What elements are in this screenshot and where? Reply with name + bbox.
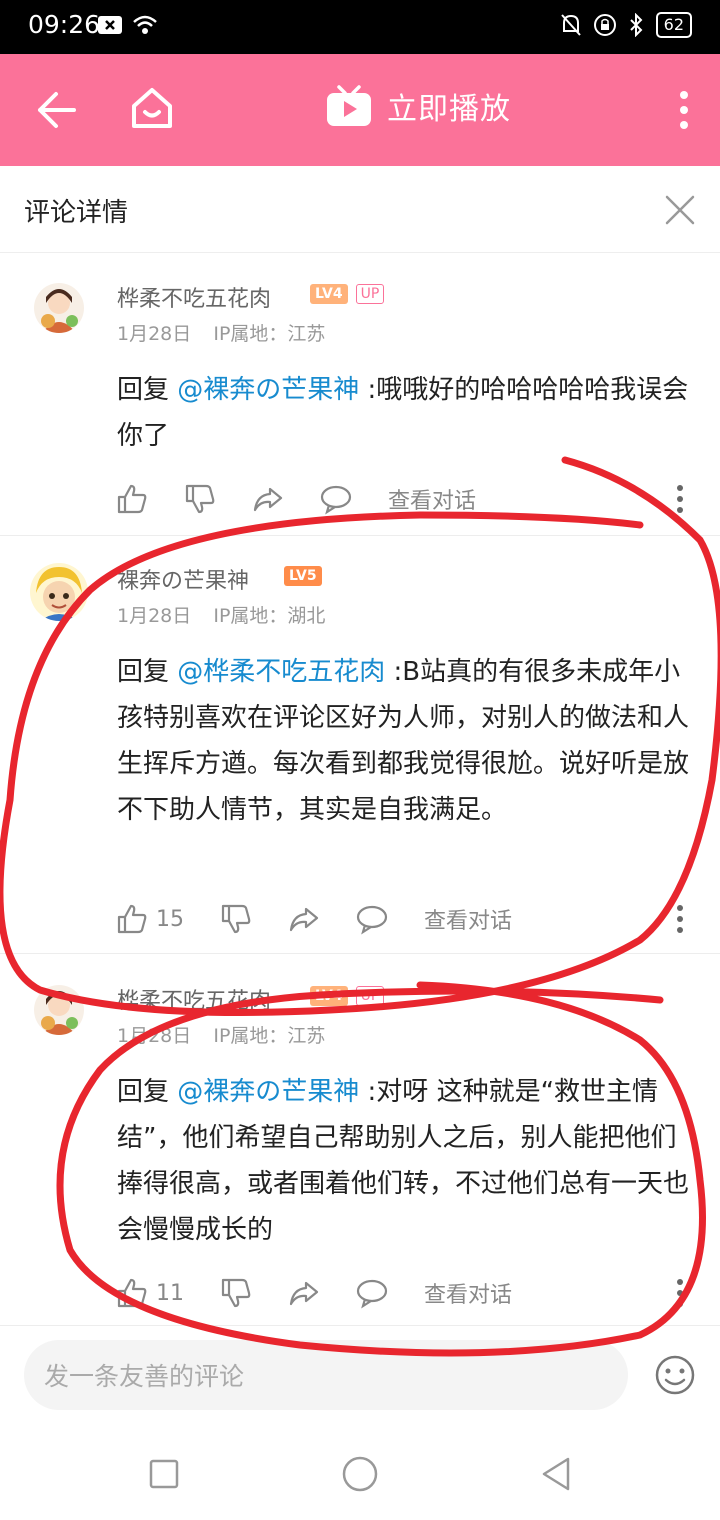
status-bar: 09:26 62 bbox=[0, 0, 720, 54]
status-time: 09:26 bbox=[28, 10, 101, 39]
system-nav-bar bbox=[0, 1428, 720, 1520]
mention-link[interactable]: @桦柔不吃五花肉 bbox=[177, 657, 385, 687]
more-options-icon[interactable] bbox=[676, 904, 684, 934]
page-title: 评论详情 bbox=[24, 198, 129, 228]
lock-icon bbox=[593, 14, 616, 36]
thumbs-down-icon bbox=[221, 1278, 251, 1308]
play-now-label: 立即播放 bbox=[387, 92, 511, 127]
comment-date: 1月28日 bbox=[117, 323, 192, 345]
view-conversation-link[interactable]: 查看对话 bbox=[424, 903, 512, 935]
tv-play-icon bbox=[327, 85, 371, 126]
up-badge: UP bbox=[355, 986, 385, 1006]
share-button[interactable] bbox=[288, 903, 356, 935]
comment-composer bbox=[0, 1328, 720, 1428]
share-button[interactable] bbox=[288, 1277, 356, 1309]
comment-item: 裸奔の芒果神 LV5 1月28日 IP属地：湖北 回复 @桦柔不吃五花肉 :B站… bbox=[0, 535, 720, 954]
avatar[interactable] bbox=[34, 985, 84, 1035]
avatar[interactable] bbox=[30, 563, 88, 621]
battery-icon: 62 bbox=[655, 12, 692, 38]
dislike-button[interactable] bbox=[220, 903, 288, 935]
more-options-icon[interactable] bbox=[676, 1278, 684, 1308]
dislike-button[interactable] bbox=[184, 483, 252, 515]
mention-link[interactable]: @裸奔の芒果神 bbox=[177, 375, 359, 405]
like-button[interactable] bbox=[116, 483, 184, 515]
back-arrow-icon[interactable] bbox=[34, 88, 78, 132]
thumbs-down-icon bbox=[185, 484, 215, 514]
close-icon[interactable] bbox=[664, 194, 696, 226]
comment-input[interactable] bbox=[42, 1340, 606, 1412]
like-count: 11 bbox=[156, 1280, 184, 1306]
like-count: 15 bbox=[156, 906, 184, 932]
ip-location: IP属地：江苏 bbox=[213, 323, 326, 345]
view-conversation-link[interactable]: 查看对话 bbox=[388, 483, 476, 515]
reply-prefix: 回复 bbox=[117, 375, 178, 405]
avatar[interactable] bbox=[34, 283, 84, 333]
thumbs-down-icon bbox=[221, 904, 251, 934]
emoji-icon[interactable] bbox=[654, 1354, 696, 1396]
comment-item: 桦柔不吃五花肉 LV4 UP 1月28日 IP属地：江苏 回复 @裸奔の芒果神 … bbox=[0, 253, 720, 536]
comment-text: 回复 @裸奔の芒果神 :对呀 这种就是“救世主情结”，他们希望自己帮助别人之后，… bbox=[117, 1069, 697, 1253]
level-badge: LV4 bbox=[310, 986, 348, 1006]
home-icon[interactable] bbox=[128, 84, 176, 132]
comment-bubble-icon bbox=[320, 485, 352, 515]
up-badge: UP bbox=[355, 284, 385, 304]
mention-link[interactable]: @裸奔の芒果神 bbox=[177, 1077, 359, 1107]
username[interactable]: 桦柔不吃五花肉 bbox=[117, 983, 271, 1015]
back-nav-icon[interactable] bbox=[536, 1454, 576, 1494]
reply-button[interactable] bbox=[356, 903, 424, 935]
app-header: 立即播放 bbox=[0, 54, 720, 166]
mute-icon bbox=[560, 14, 581, 36]
bluetooth-icon bbox=[629, 13, 643, 37]
comment-bubble-icon bbox=[356, 1279, 388, 1309]
share-icon bbox=[289, 1281, 319, 1306]
comment-bubble-icon bbox=[356, 905, 388, 935]
comment-input-wrapper[interactable] bbox=[24, 1340, 628, 1412]
comment-item: 桦柔不吃五花肉 LV4 UP 1月28日 IP属地：江苏 回复 @裸奔の芒果神 … bbox=[0, 953, 720, 1326]
wifi-icon bbox=[133, 15, 157, 34]
thumbs-up-icon bbox=[117, 904, 147, 934]
more-vertical-icon[interactable] bbox=[678, 90, 690, 130]
more-options-icon[interactable] bbox=[676, 484, 684, 514]
comment-date: 1月28日 bbox=[117, 605, 192, 627]
thumbs-up-icon bbox=[117, 1278, 147, 1308]
view-conversation-link[interactable]: 查看对话 bbox=[424, 1277, 512, 1309]
reply-prefix: 回复 bbox=[117, 1077, 178, 1107]
thumbs-up-icon bbox=[117, 484, 147, 514]
comment-text: 回复 @桦柔不吃五花肉 :B站真的有很多未成年小孩特别喜欢在评论区好为人师，对别… bbox=[117, 649, 697, 833]
ip-location: IP属地：江苏 bbox=[213, 1025, 326, 1047]
dislike-button[interactable] bbox=[220, 1277, 288, 1309]
play-now-button[interactable]: 立即播放 bbox=[325, 84, 511, 128]
reply-button[interactable] bbox=[356, 1277, 424, 1309]
ip-location: IP属地：湖北 bbox=[213, 605, 326, 627]
share-icon bbox=[253, 487, 283, 512]
reply-prefix: 回复 bbox=[117, 657, 178, 687]
reply-button[interactable] bbox=[320, 483, 388, 515]
level-badge: LV4 bbox=[310, 284, 348, 304]
recent-apps-icon[interactable] bbox=[144, 1454, 184, 1494]
home-nav-icon[interactable] bbox=[340, 1454, 380, 1494]
like-button[interactable]: 15 bbox=[116, 903, 220, 935]
like-button[interactable]: 11 bbox=[116, 1277, 220, 1309]
level-badge: LV5 bbox=[284, 566, 322, 586]
comment-date: 1月28日 bbox=[117, 1025, 192, 1047]
share-icon bbox=[289, 907, 319, 932]
notification-close-icon bbox=[98, 16, 122, 34]
username[interactable]: 裸奔の芒果神 bbox=[117, 563, 249, 595]
comment-detail-header: 评论详情 bbox=[0, 166, 720, 253]
comment-text: 回复 @裸奔の芒果神 :哦哦好的哈哈哈哈哈我误会你了 bbox=[117, 367, 697, 459]
username[interactable]: 桦柔不吃五花肉 bbox=[117, 281, 271, 313]
share-button[interactable] bbox=[252, 483, 320, 515]
